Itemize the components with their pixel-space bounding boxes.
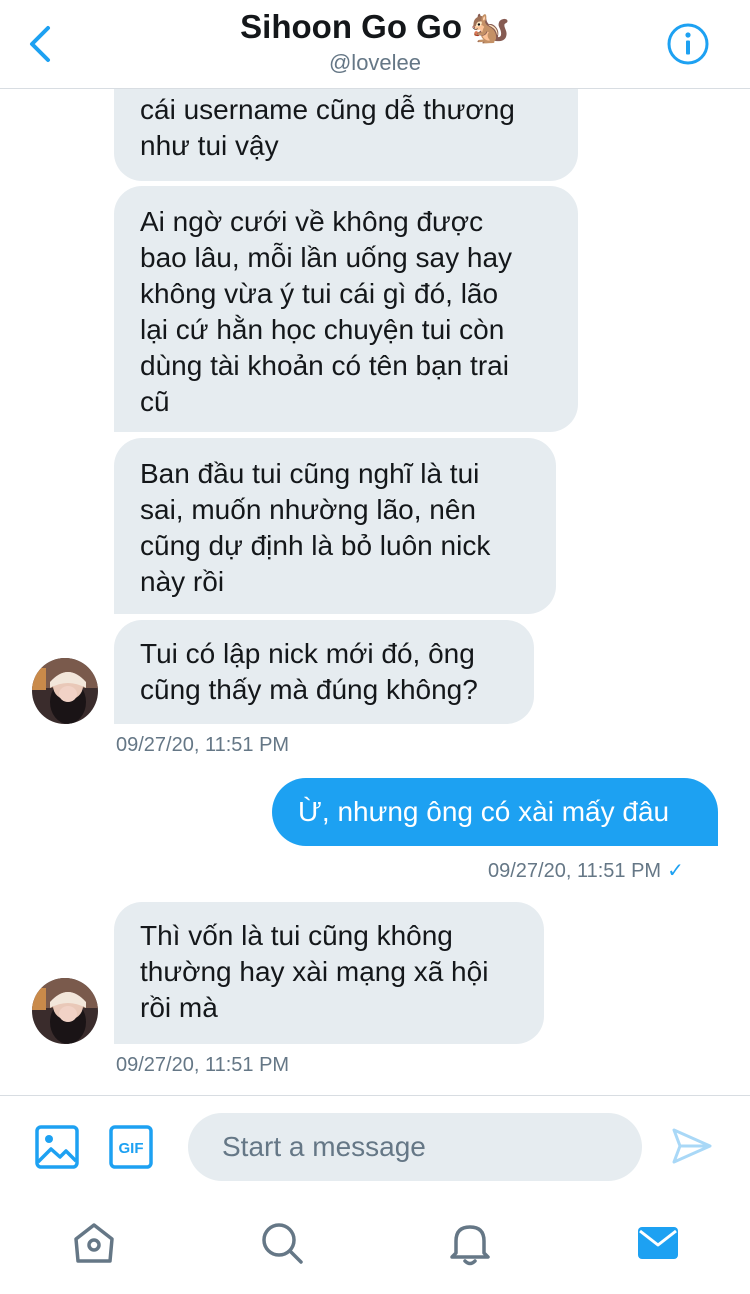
search-icon [262,1223,303,1264]
message-line: dùng tài khoản có tên bạn trai [140,350,509,381]
notifications-icon [450,1225,490,1266]
message-line: cái username cũng dễ thương [140,94,515,125]
message-bubble-sent[interactable]: Ừ, nhưng ông có xài mấy đâu [272,778,718,846]
conversation-title-block[interactable]: Sihoon Go Go 🐿️ @lovelee [0,8,750,76]
avatar-photo-icon [32,658,98,724]
message-line: Tui có lập nick mới đó, ông [140,638,475,669]
message-line: này rồi [140,566,225,597]
tab-search[interactable] [258,1219,306,1267]
message-line: rồi mà [140,992,218,1023]
send-icon [672,1128,712,1164]
message-line: cũng dự định là bỏ luôn nick [140,530,491,561]
contact-handle: @lovelee [328,50,422,75]
info-button[interactable] [666,22,710,66]
message-line: Ừ, nhưng ông có xài mấy đâu [298,796,670,827]
message-timestamp: 09/27/20, 11:51 PM ✓ [488,858,684,883]
message-bubble[interactable]: cái username cũng dễ thương như tui vậy [114,88,578,181]
image-icon [35,1125,79,1169]
messages-icon [638,1227,678,1259]
message-line: Ai ngờ cưới về không được [140,206,484,237]
message-input[interactable] [188,1113,642,1181]
add-gif-button[interactable]: GIF [108,1124,154,1175]
message-thread[interactable]: cái username cũng dễ thương như tui vậy … [0,88,750,1094]
read-check-icon: ✓ [667,860,684,882]
avatar-photo-icon [32,978,98,1044]
message-bubble[interactable]: Thì vốn là tui cũng không thường hay xài… [114,902,544,1044]
message-line: cũng thấy mà đúng không? [140,674,478,705]
message-bubble[interactable]: Ai ngờ cưới về không được bao lâu, mỗi l… [114,186,578,432]
gif-icon: GIF [109,1125,153,1169]
contact-avatar[interactable] [32,658,98,724]
message-timestamp: 09/27/20, 11:51 PM [116,1054,290,1076]
tab-messages[interactable] [634,1219,682,1267]
contact-name: Sihoon Go Go [240,8,462,45]
timestamp-text: 09/27/20, 11:51 PM [488,860,662,882]
message-line: không vừa ý tui cái gì đó, lão [140,278,499,309]
message-line: thường hay xài mạng xã hội [140,956,489,987]
message-composer: GIF [0,1095,750,1200]
message-line: sai, muốn nhường lão, nên [140,494,476,525]
tab-home[interactable] [70,1219,118,1267]
send-button[interactable] [670,1124,714,1173]
add-image-button[interactable] [34,1124,80,1175]
message-bubble[interactable]: Ban đầu tui cũng nghĩ là tui sai, muốn n… [114,438,556,614]
squirrel-emoji-icon: 🐿️ [469,9,510,45]
info-icon [667,23,709,65]
conversation-title: Sihoon Go Go 🐿️ [240,8,510,46]
contact-avatar[interactable] [32,978,98,1044]
tab-notifications[interactable] [446,1219,494,1267]
gif-label: GIF [119,1140,144,1157]
message-line: cũ [140,386,170,417]
message-line: bao lâu, mỗi lần uống say hay [140,242,513,273]
message-timestamp: 09/27/20, 11:51 PM [116,734,290,756]
home-icon [74,1223,114,1263]
message-line: Thì vốn là tui cũng không [140,920,453,951]
message-line: như tui vậy [140,130,279,161]
bottom-tab-bar [0,1199,750,1294]
message-line: Ban đầu tui cũng nghĩ là tui [140,458,480,489]
message-line: lại cứ hằn học chuyện tui còn [140,314,505,345]
message-bubble[interactable]: Tui có lập nick mới đó, ông cũng thấy mà… [114,620,534,724]
conversation-header: Sihoon Go Go 🐿️ @lovelee [0,0,750,89]
